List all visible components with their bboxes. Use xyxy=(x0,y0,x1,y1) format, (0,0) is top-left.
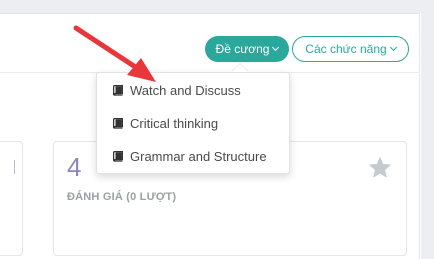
previous-card-glyph xyxy=(11,160,15,174)
menu-item-grammar-and-structure[interactable]: Grammar and Structure xyxy=(97,143,289,171)
top-background-band xyxy=(0,0,434,13)
rating-value: 4 xyxy=(67,152,82,182)
functions-button-label: Các chức năng xyxy=(305,42,387,56)
rating-label: ĐÁNH GIÁ (0 LƯỢT) xyxy=(67,191,177,203)
outline-dropdown-menu: Watch and Discuss Critical thinking Gram… xyxy=(96,72,290,174)
book-icon xyxy=(113,151,123,162)
menu-item-label: Critical thinking xyxy=(130,116,219,131)
book-icon xyxy=(113,85,123,96)
star-icon[interactable] xyxy=(367,155,393,181)
outline-dropdown-button[interactable]: Đề cương xyxy=(205,36,289,62)
menu-item-label: Grammar and Structure xyxy=(130,149,267,164)
chevron-down-icon xyxy=(389,43,397,52)
functions-dropdown-button[interactable]: Các chức năng xyxy=(292,36,409,62)
book-icon xyxy=(113,118,123,129)
menu-item-watch-and-discuss[interactable]: Watch and Discuss xyxy=(97,77,289,105)
outline-button-label: Đề cương xyxy=(215,42,270,56)
menu-item-critical-thinking[interactable]: Critical thinking xyxy=(97,110,289,138)
menu-item-label: Watch and Discuss xyxy=(130,83,241,98)
dropdown-pointer xyxy=(232,64,248,72)
chevron-down-icon xyxy=(272,43,280,52)
previous-stat-card xyxy=(0,141,23,256)
right-background-band xyxy=(421,13,434,259)
